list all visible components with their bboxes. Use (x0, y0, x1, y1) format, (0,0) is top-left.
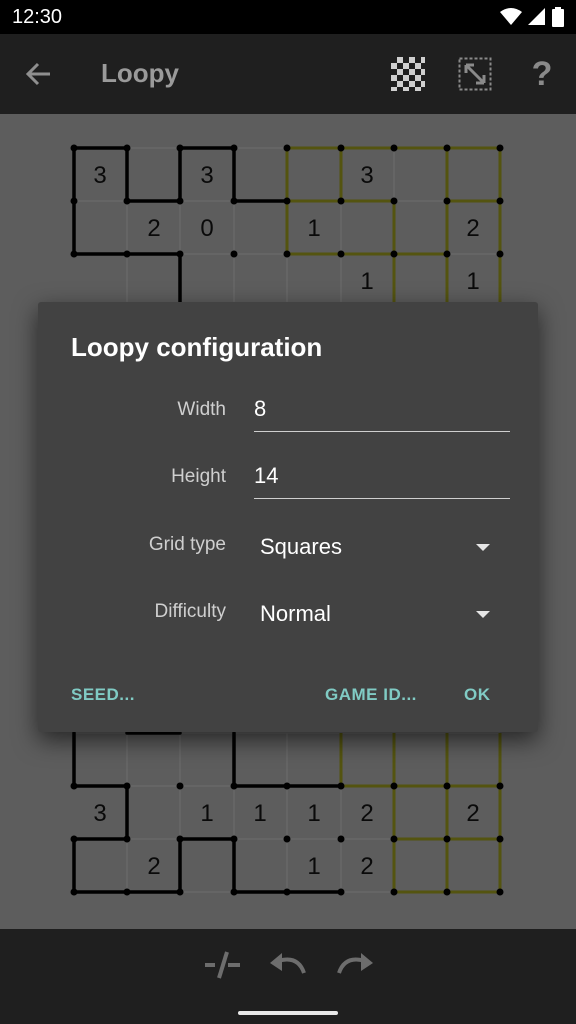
seed-button[interactable]: SEED... (71, 685, 135, 705)
width-label: Width (177, 399, 226, 420)
bottom-toolbar (0, 929, 576, 1024)
resize-icon (458, 57, 492, 91)
gesture-nav-handle[interactable] (238, 1011, 338, 1015)
height-input[interactable] (254, 459, 510, 499)
back-button[interactable] (18, 54, 58, 94)
status-bar: 12:30 (0, 0, 576, 34)
difficulty-label: Difficulty (154, 601, 226, 622)
dialog-title: Loopy configuration (71, 332, 323, 362)
battery-icon (552, 7, 564, 27)
grid-type-label: Grid type (148, 534, 226, 555)
ok-button[interactable]: OK (464, 685, 491, 705)
checkerboard-icon (391, 57, 425, 91)
width-input[interactable] (254, 392, 510, 432)
grid-type-select[interactable]: Squares (254, 526, 510, 566)
grid-type-value: Squares (260, 534, 342, 559)
configuration-dialog: Loopy configuration Width Height Grid ty… (38, 302, 538, 732)
undo-icon[interactable] (268, 949, 308, 979)
resize-button[interactable] (455, 54, 495, 94)
cellular-icon (528, 8, 545, 25)
dropdown-arrow-icon (476, 611, 490, 618)
checkerboard-button[interactable] (388, 54, 428, 94)
difficulty-value: Normal (260, 601, 331, 626)
status-icons (500, 7, 564, 27)
app-bar: Loopy ? (0, 34, 576, 114)
difficulty-select[interactable]: Normal (254, 593, 510, 633)
back-arrow-icon (25, 62, 50, 86)
app-title: Loopy (101, 58, 179, 88)
game-id-button[interactable]: GAME ID... (325, 685, 417, 705)
status-time: 12:30 (12, 6, 63, 28)
redo-icon[interactable] (335, 949, 375, 979)
line-toggle-icon[interactable] (202, 947, 242, 983)
height-label: Height (171, 466, 226, 487)
help-button[interactable]: ? (522, 54, 562, 94)
wifi-icon (500, 8, 522, 25)
help-icon: ? (531, 54, 553, 93)
dropdown-arrow-icon (476, 544, 490, 551)
